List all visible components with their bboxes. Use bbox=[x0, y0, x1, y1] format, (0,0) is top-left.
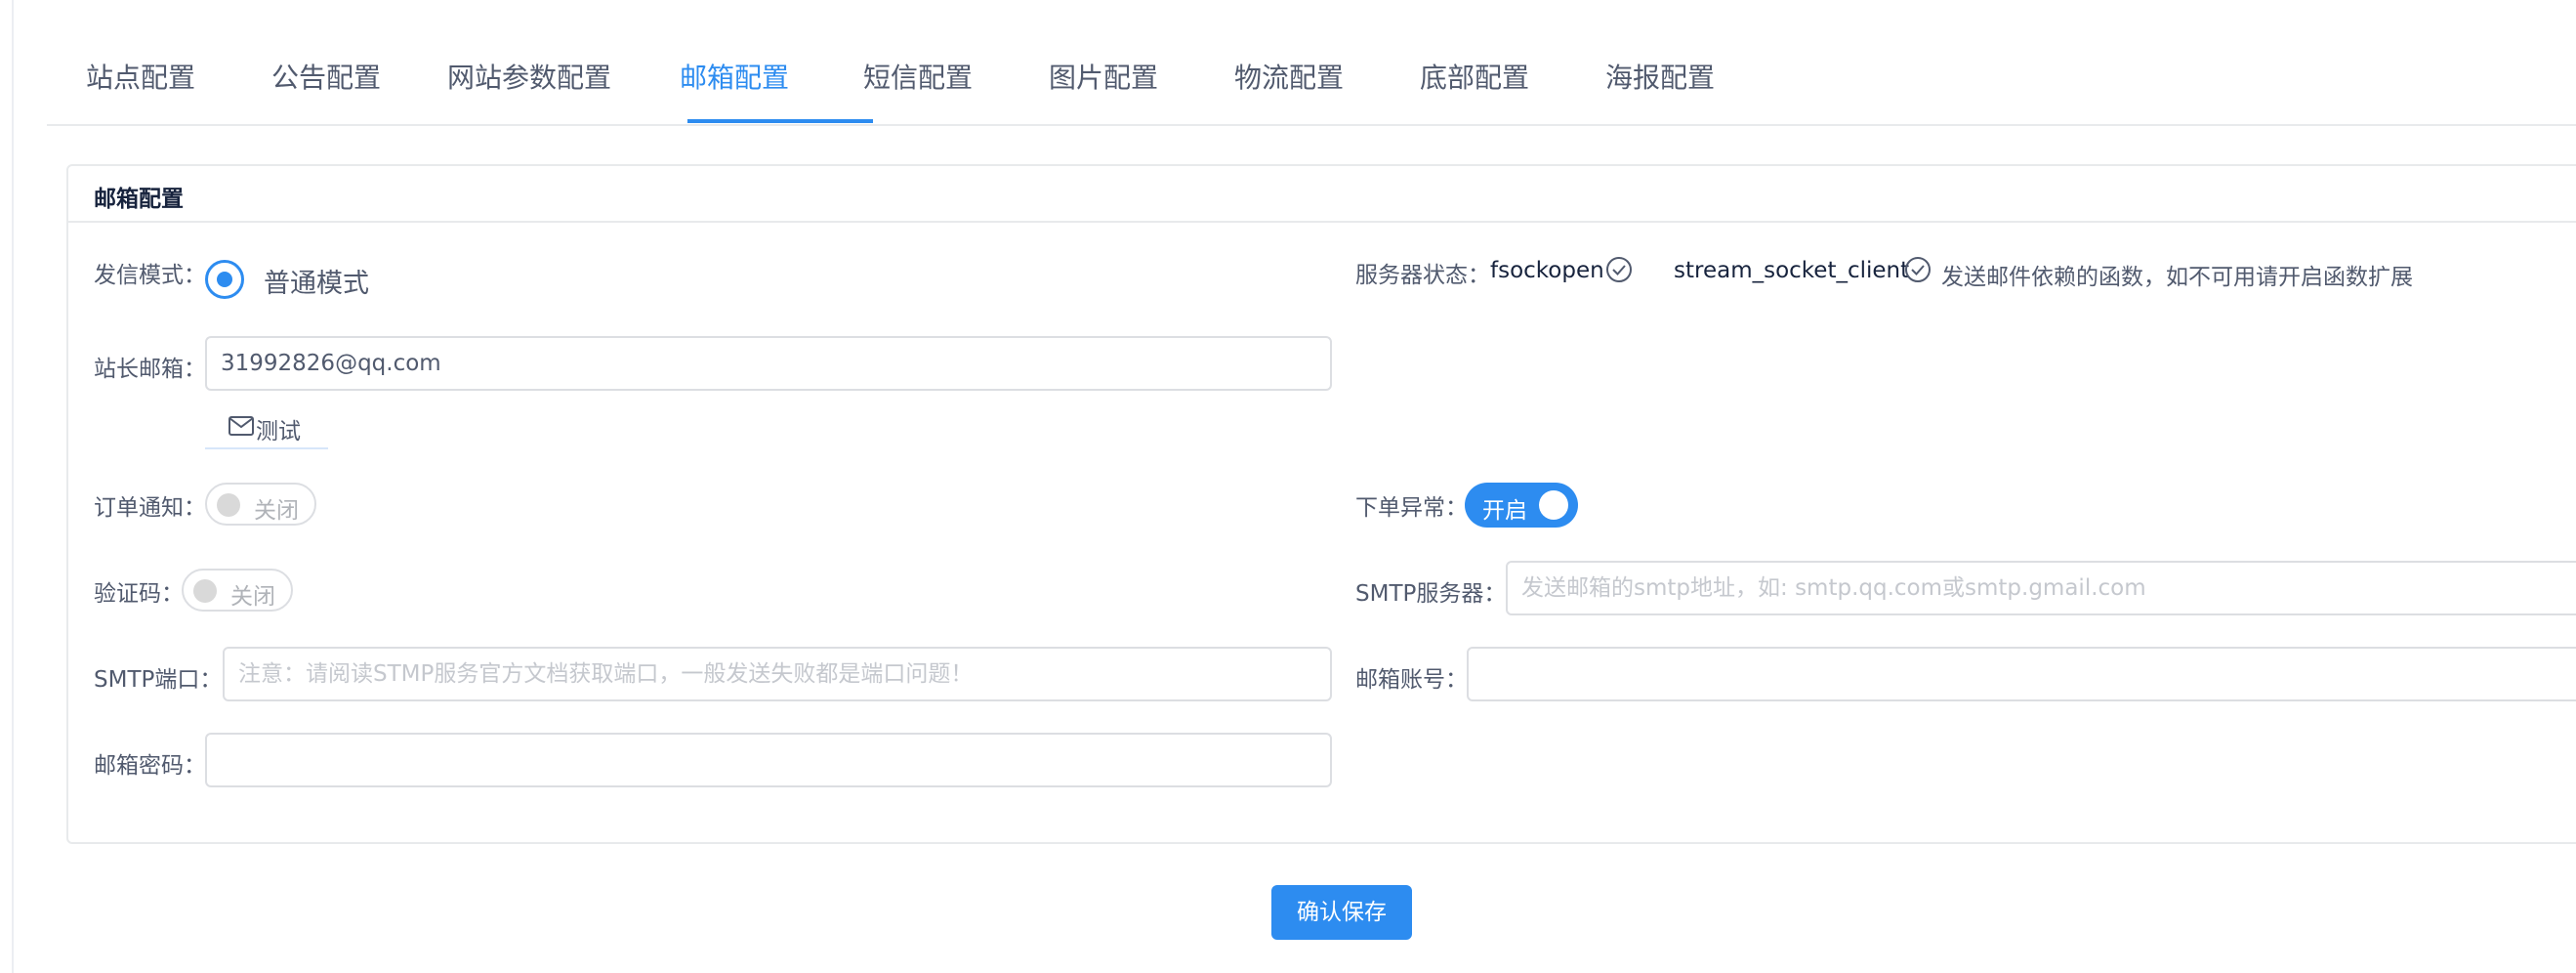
switch-knob bbox=[1539, 490, 1568, 520]
tab-logistics-config[interactable]: 物流配置 bbox=[1234, 57, 1344, 96]
order-exception-state: 开启 bbox=[1482, 498, 1527, 524]
mail-password-input[interactable] bbox=[205, 733, 1332, 787]
switch-knob bbox=[193, 579, 217, 603]
order-notify-switch[interactable]: 关闭 bbox=[205, 483, 316, 526]
email-config-card: 邮箱配置 发信模式： 普通模式 服务器状态： fsockopen stream_… bbox=[66, 164, 2576, 844]
order-exception-switch[interactable]: 开启 bbox=[1465, 483, 1578, 528]
stream-socket-client-text: stream_socket_client bbox=[1674, 258, 1910, 283]
tab-email-config[interactable]: 邮箱配置 bbox=[680, 57, 789, 96]
config-tabs: 站点配置 公告配置 网站参数配置 邮箱配置 短信配置 图片配置 物流配置 底部配… bbox=[47, 0, 2576, 126]
captcha-switch[interactable]: 关闭 bbox=[182, 569, 293, 612]
test-button-label: 测试 bbox=[256, 419, 301, 444]
mail-account-label: 邮箱账号： bbox=[1355, 667, 1468, 693]
card-title: 邮箱配置 bbox=[94, 187, 184, 212]
smtp-port-input[interactable] bbox=[223, 647, 1332, 701]
fsockopen-text: fsockopen bbox=[1490, 258, 1604, 283]
card-header: 邮箱配置 bbox=[68, 166, 2576, 223]
tab-site-params-config[interactable]: 网站参数配置 bbox=[447, 57, 611, 96]
order-exception-label: 下单异常： bbox=[1355, 495, 1468, 521]
tab-sms-config[interactable]: 短信配置 bbox=[863, 57, 973, 96]
smtp-server-label: SMTP服务器： bbox=[1355, 581, 1507, 607]
send-mode-radio[interactable] bbox=[205, 260, 244, 299]
order-notify-label: 订单通知： bbox=[94, 495, 206, 521]
send-mode-option-label[interactable]: 普通模式 bbox=[264, 262, 369, 300]
smtp-port-label: SMTP端口： bbox=[94, 667, 223, 693]
mail-icon bbox=[229, 416, 254, 436]
tab-footer-config[interactable]: 底部配置 bbox=[1420, 57, 1529, 96]
order-notify-state: 关闭 bbox=[254, 498, 299, 524]
fsockopen-check-icon bbox=[1606, 257, 1632, 282]
left-divider bbox=[12, 0, 14, 973]
server-status-label: 服务器状态： bbox=[1355, 263, 1490, 288]
active-tab-indicator bbox=[687, 119, 873, 123]
mail-password-label: 邮箱密码： bbox=[94, 753, 206, 779]
tab-image-config[interactable]: 图片配置 bbox=[1049, 57, 1158, 96]
send-mode-label: 发信模式： bbox=[94, 263, 206, 288]
tab-poster-config[interactable]: 海报配置 bbox=[1605, 57, 1715, 96]
mail-account-input[interactable] bbox=[1467, 647, 2576, 701]
captcha-state: 关闭 bbox=[230, 584, 275, 610]
server-status-hint: 发送邮件依赖的函数，如不可用请开启函数扩展 bbox=[1941, 265, 2413, 290]
radio-selected-dot bbox=[217, 272, 232, 287]
confirm-save-button[interactable]: 确认保存 bbox=[1271, 885, 1412, 940]
admin-email-label: 站长邮箱： bbox=[94, 357, 206, 382]
admin-email-input[interactable] bbox=[205, 336, 1332, 391]
captcha-label: 验证码： bbox=[94, 581, 184, 607]
smtp-server-input[interactable] bbox=[1506, 561, 2576, 615]
stream-socket-check-icon bbox=[1905, 257, 1931, 282]
test-email-button[interactable]: 测试 bbox=[205, 408, 328, 449]
tab-notice-config[interactable]: 公告配置 bbox=[271, 57, 381, 96]
tab-site-config[interactable]: 站点配置 bbox=[86, 57, 195, 96]
switch-knob bbox=[217, 493, 240, 517]
